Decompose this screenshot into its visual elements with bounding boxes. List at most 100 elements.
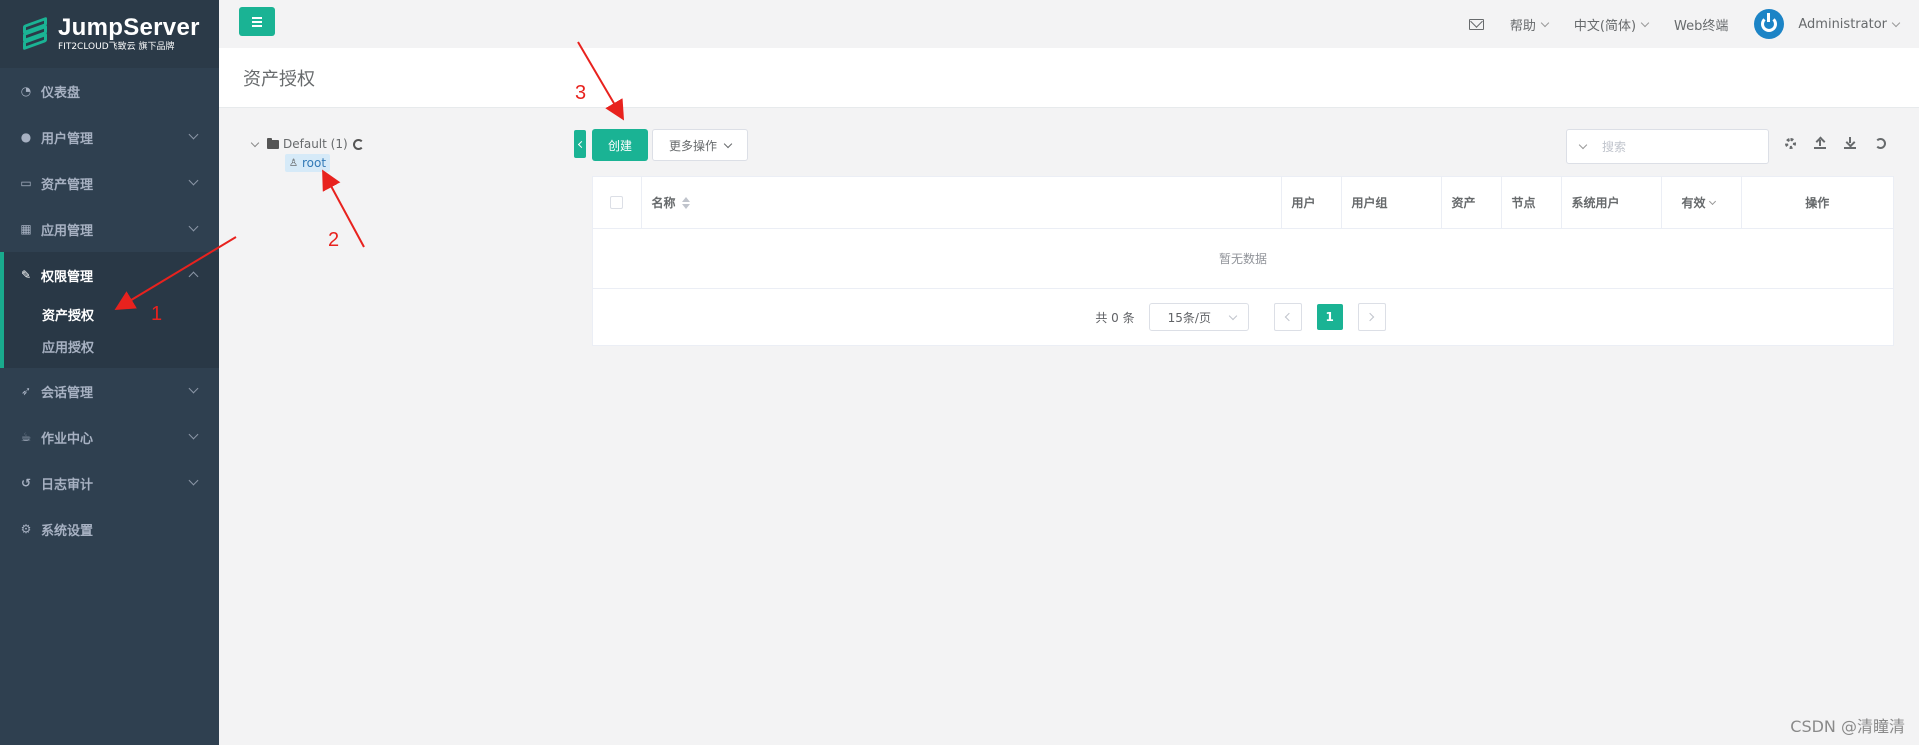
table-empty-row: 暂无数据 bbox=[593, 228, 1893, 289]
permissions-submenu: 资产授权 应用授权 bbox=[4, 298, 219, 368]
topbar-right: 帮助 中文(简体) Web终端 Administrator bbox=[1468, 0, 1901, 48]
pagination-total: 共 0 条 bbox=[1095, 310, 1135, 325]
permission-table: 名称 用户 用户组 资产 节点 系统用户 有效 操作 暂无数据 共 0 条 15… bbox=[592, 176, 1894, 346]
column-header-system-users: 系统用户 bbox=[1561, 177, 1662, 229]
chevron-down-icon bbox=[188, 221, 199, 232]
chevron-right-icon bbox=[1365, 312, 1375, 322]
web-terminal-link[interactable]: Web终端 bbox=[1674, 15, 1728, 34]
gears-icon: ⚙ bbox=[20, 522, 32, 536]
sidebar-item-label: 资产管理 bbox=[41, 177, 94, 193]
select-all-checkbox[interactable] bbox=[610, 196, 624, 210]
page-heading: 资产授权 bbox=[219, 48, 1919, 108]
sidebar-item-label: 会话管理 bbox=[41, 385, 94, 401]
chevron-down-icon bbox=[723, 139, 733, 148]
tree-collapse-button[interactable] bbox=[574, 130, 586, 158]
column-header-users: 用户 bbox=[1281, 177, 1342, 229]
gear-icon bbox=[1784, 137, 1796, 149]
column-header-user-groups: 用户组 bbox=[1341, 177, 1442, 229]
linux-icon: ♙ bbox=[289, 157, 298, 169]
sidebar-item-assets[interactable]: ▭ 资产管理 bbox=[0, 160, 219, 206]
sidebar-item-label: 日志审计 bbox=[41, 477, 94, 493]
column-header-name[interactable]: 名称 bbox=[641, 177, 1282, 229]
chevron-down-icon bbox=[188, 383, 199, 394]
sidebar-item-label: 权限管理 bbox=[41, 269, 94, 285]
refresh-icon bbox=[1874, 137, 1886, 149]
page-title: 资产授权 bbox=[243, 68, 315, 90]
menu-toggle-button[interactable] bbox=[239, 7, 275, 36]
column-header-nodes: 节点 bbox=[1501, 177, 1562, 229]
sidebar: JumpServer FIT2CLOUD飞致云 旗下品牌 ◔ 仪表盘 ● 用户管… bbox=[0, 0, 219, 745]
sidebar-item-settings[interactable]: ⚙ 系统设置 bbox=[0, 506, 219, 552]
brand-tagline: FIT2CLOUD飞致云 旗下品牌 bbox=[58, 42, 175, 52]
sidebar-menu: ◔ 仪表盘 ● 用户管理 ▭ 资产管理 ▦ 应用管理 ✎ 权限管理 资产授权 应… bbox=[0, 68, 219, 552]
sidebar-item-label: 用户管理 bbox=[41, 131, 94, 147]
annotation-overlay bbox=[114, 41, 625, 311]
page-number-current[interactable]: 1 bbox=[1316, 304, 1343, 330]
sidebar-subitem-asset-permission[interactable]: 资产授权 bbox=[4, 298, 219, 330]
sidebar-subitem-app-permission[interactable]: 应用授权 bbox=[4, 330, 219, 362]
refresh-button[interactable] bbox=[1873, 136, 1887, 150]
download-icon bbox=[1844, 137, 1856, 149]
chevron-left-icon bbox=[1284, 312, 1294, 322]
sidebar-item-label: 作业中心 bbox=[41, 431, 94, 447]
settings-button[interactable] bbox=[1783, 136, 1797, 150]
search-box[interactable] bbox=[1566, 129, 1769, 164]
chevron-down-icon bbox=[1891, 18, 1901, 27]
pagination: 共 0 条 15条/页 1 bbox=[593, 289, 1893, 346]
watermark: CSDN @清瞳清 bbox=[1790, 717, 1905, 736]
sort-icon[interactable] bbox=[681, 197, 690, 210]
chevron-up-icon bbox=[188, 271, 199, 282]
users-icon: ● bbox=[20, 130, 32, 144]
import-button[interactable] bbox=[1813, 136, 1827, 150]
brand-name: JumpServer bbox=[58, 14, 200, 41]
export-button[interactable] bbox=[1843, 136, 1857, 150]
table-tools bbox=[1783, 136, 1887, 150]
page-size-select[interactable]: 15条/页 bbox=[1148, 303, 1249, 331]
rocket-icon: ➶ bbox=[20, 384, 32, 398]
logo[interactable]: JumpServer FIT2CLOUD飞致云 旗下品牌 bbox=[0, 0, 219, 68]
empty-text: 暂无数据 bbox=[593, 228, 1893, 289]
user-dropdown[interactable]: Administrator bbox=[1754, 9, 1901, 39]
chevron-down-icon bbox=[188, 429, 199, 440]
chevron-down-icon bbox=[188, 475, 199, 486]
sidebar-item-applications[interactable]: ▦ 应用管理 bbox=[0, 206, 219, 252]
tree-node-default[interactable]: Default (1) bbox=[249, 134, 364, 154]
chevron-down-icon[interactable] bbox=[1578, 140, 1588, 150]
sidebar-item-audit[interactable]: ↺ 日志审计 bbox=[0, 460, 219, 506]
user-name: Administrator bbox=[1798, 16, 1887, 32]
chevron-down-icon bbox=[188, 129, 199, 140]
create-button[interactable]: 创建 bbox=[592, 129, 648, 161]
chevron-down-icon[interactable] bbox=[250, 138, 260, 147]
grid-icon: ▦ bbox=[20, 222, 32, 236]
column-header-valid[interactable]: 有效 bbox=[1661, 177, 1742, 229]
sidebar-item-users[interactable]: ● 用户管理 bbox=[0, 114, 219, 160]
chevron-down-icon bbox=[188, 175, 199, 186]
more-actions-dropdown[interactable]: 更多操作 bbox=[652, 129, 748, 161]
sidebar-item-jobs[interactable]: ☕ 作业中心 bbox=[0, 414, 219, 460]
search-input[interactable] bbox=[1602, 139, 1742, 154]
annotation-label-1: 1 bbox=[151, 303, 163, 325]
annotation-label-2: 2 bbox=[328, 229, 340, 251]
prev-page-button[interactable] bbox=[1273, 303, 1302, 331]
sidebar-item-permissions[interactable]: ✎ 权限管理 bbox=[4, 252, 219, 298]
refresh-icon[interactable] bbox=[352, 138, 364, 150]
annotation-label-3: 3 bbox=[575, 82, 587, 104]
chevron-down-icon bbox=[1708, 197, 1716, 205]
sidebar-item-sessions[interactable]: ➶ 会话管理 bbox=[0, 368, 219, 414]
history-icon: ↺ bbox=[20, 476, 32, 490]
more-actions-label: 更多操作 bbox=[668, 138, 717, 153]
sidebar-item-dashboard[interactable]: ◔ 仪表盘 bbox=[0, 68, 219, 114]
help-dropdown[interactable]: 帮助 bbox=[1509, 15, 1550, 34]
tree-node-label: Default (1) bbox=[283, 137, 348, 151]
tree-node-root[interactable]: ♙ root bbox=[285, 154, 331, 172]
inbox-icon: ▭ bbox=[20, 176, 32, 190]
coffee-icon: ☕ bbox=[20, 430, 32, 444]
help-label: 帮助 bbox=[1509, 18, 1536, 34]
dashboard-icon: ◔ bbox=[20, 84, 32, 98]
next-page-button[interactable] bbox=[1357, 303, 1386, 331]
language-dropdown[interactable]: 中文(简体) bbox=[1574, 15, 1650, 34]
mail-icon[interactable] bbox=[1468, 18, 1484, 30]
sidebar-item-label: 仪表盘 bbox=[41, 85, 81, 101]
upload-icon bbox=[1814, 137, 1826, 149]
column-header-assets: 资产 bbox=[1441, 177, 1502, 229]
